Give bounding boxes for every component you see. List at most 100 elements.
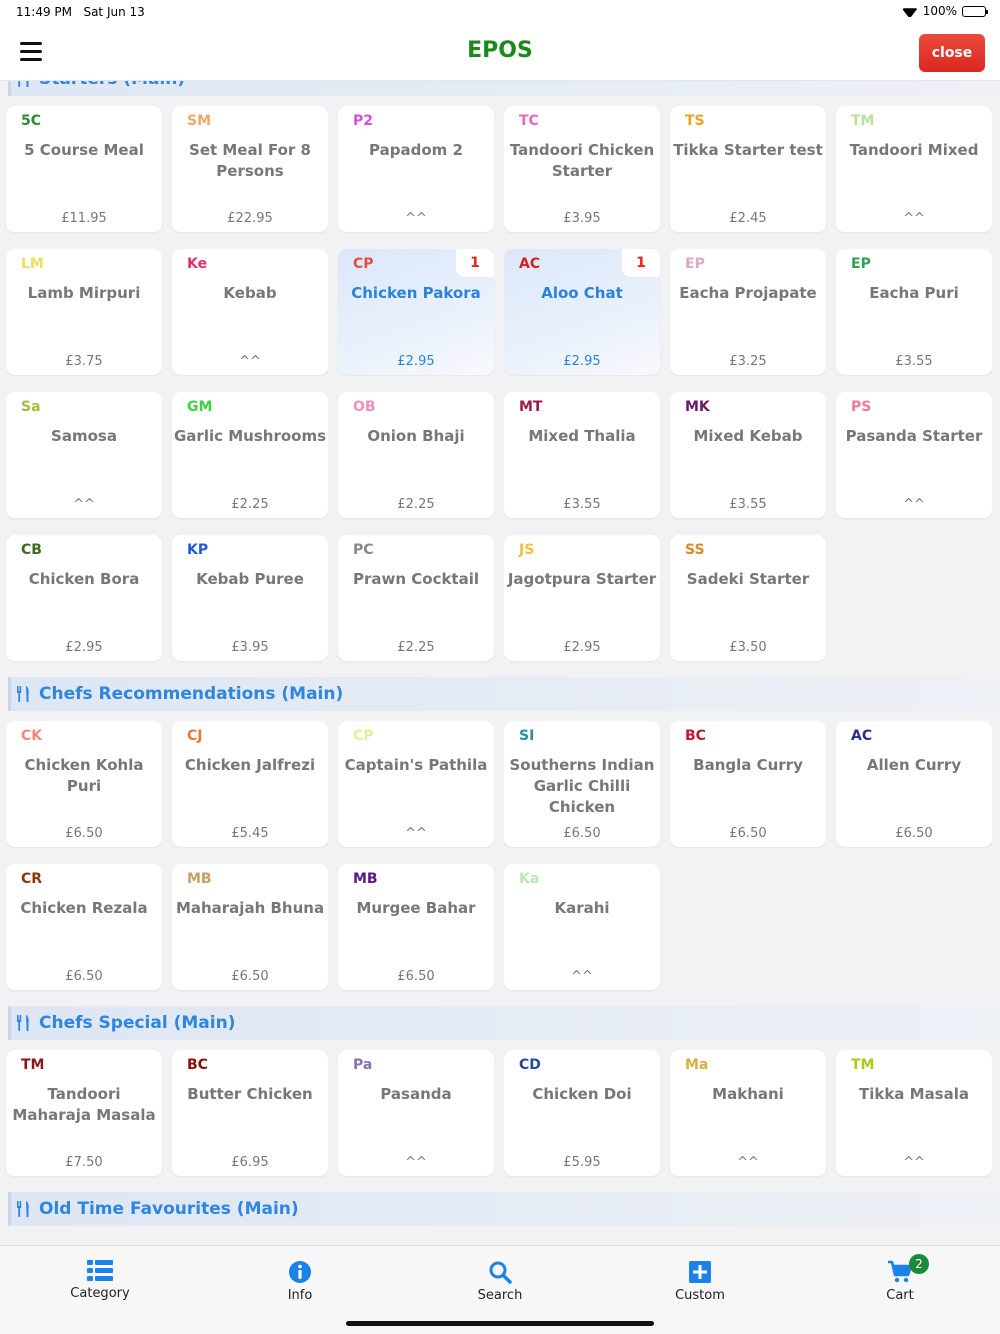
tab-custom[interactable]: Custom (640, 1260, 760, 1303)
menu-item-card[interactable]: Ma Makhani ^^ (670, 1050, 826, 1176)
menu-item-card[interactable]: Ka Karahi ^^ (504, 864, 660, 990)
item-code: MK (685, 399, 710, 415)
item-name: Eacha Projapate (679, 284, 817, 302)
menu-item-card[interactable]: AC Aloo Chat £2.95 1 (504, 249, 660, 375)
item-code: JS (519, 542, 535, 558)
item-name: Tandoori Maharaja Masala (12, 1085, 156, 1124)
tab-category[interactable]: Category (40, 1260, 160, 1301)
item-name: Lamb Mirpuri (27, 284, 141, 302)
item-price: ^^ (239, 354, 261, 369)
item-code: LM (21, 256, 44, 272)
menu-item-card[interactable]: CD Chicken Doi £5.95 (504, 1050, 660, 1176)
menu-item-card[interactable]: CP Captain's Pathila ^^ (338, 721, 494, 847)
item-price: £2.45 (729, 211, 767, 226)
menu-item-card[interactable]: MB Murgee Bahar £6.50 (338, 864, 494, 990)
menu-item-card[interactable]: CJ Chicken Jalfrezi £5.45 (172, 721, 328, 847)
item-price: £2.95 (563, 354, 601, 369)
item-price: £6.95 (231, 1155, 269, 1170)
menu-item-card[interactable]: TM Tikka Masala ^^ (836, 1050, 992, 1176)
category-list-icon (87, 1260, 113, 1281)
fork-knife-icon (17, 1201, 29, 1217)
menu-item-card[interactable]: TS Tikka Starter test £2.45 (670, 106, 826, 232)
section-header[interactable]: Starters (Main) (8, 81, 1000, 96)
section-header[interactable]: Chefs Special (Main) (8, 1006, 1000, 1040)
menu-item-card[interactable]: Ke Kebab ^^ (172, 249, 328, 375)
tab-label: Info (287, 1288, 313, 1303)
nav-bar: EPOS close (0, 24, 1000, 81)
menu-item-card[interactable]: EP Eacha Puri £3.55 (836, 249, 992, 375)
item-name: Garlic Mushrooms (174, 427, 327, 445)
item-code: OB (353, 399, 376, 415)
menu-item-card[interactable]: PS Pasanda Starter ^^ (836, 392, 992, 518)
tab-search[interactable]: Search (440, 1260, 560, 1303)
menu-item-card[interactable]: P2 Papadom 2 ^^ (338, 106, 494, 232)
item-name: 5 Course Meal (24, 141, 144, 159)
menu-item-card[interactable]: BC Bangla Curry £6.50 (670, 721, 826, 847)
item-code: CJ (187, 728, 203, 744)
item-price: £3.75 (65, 354, 103, 369)
menu-item-card[interactable]: AC Allen Curry £6.50 (836, 721, 992, 847)
section-header[interactable]: Chefs Recommendations (Main) (8, 677, 1000, 711)
menu-item-card[interactable]: CB Chicken Bora £2.95 (6, 535, 162, 661)
menu-item-card[interactable]: MK Mixed Kebab £3.55 (670, 392, 826, 518)
item-code: Pa (353, 1057, 373, 1073)
tab-cart[interactable]: 2 Cart (840, 1254, 960, 1303)
fork-knife-icon (17, 1015, 29, 1031)
item-name: Sadeki Starter (686, 570, 810, 588)
item-name: Mixed Kebab (693, 427, 803, 445)
menu-item-card[interactable]: JS Jagotpura Starter £2.95 (504, 535, 660, 661)
tab-info[interactable]: Info (240, 1260, 360, 1303)
menu-item-card[interactable]: OB Onion Bhaji £2.25 (338, 392, 494, 518)
item-code: BC (685, 728, 706, 744)
item-name: Onion Bhaji (367, 427, 465, 445)
menu-item-card[interactable]: PC Prawn Cocktail £2.25 (338, 535, 494, 661)
section-header[interactable]: Old Time Favourites (Main) (8, 1192, 1000, 1226)
menu-item-card[interactable]: TC Tandoori Chicken Starter £3.95 (504, 106, 660, 232)
item-price: ^^ (405, 1155, 427, 1170)
plus-square-icon (689, 1261, 711, 1283)
item-code: BC (187, 1057, 208, 1073)
menu-item-card[interactable]: Sa Samosa ^^ (6, 392, 162, 518)
menu-item-card[interactable]: LM Lamb Mirpuri £3.75 (6, 249, 162, 375)
menu-item-card[interactable]: MB Maharajah Bhuna £6.50 (172, 864, 328, 990)
menu-item-card[interactable]: BC Butter Chicken £6.95 (172, 1050, 328, 1176)
item-name: Southerns Indian Garlic Chilli Chicken (509, 756, 655, 816)
item-price: ^^ (903, 497, 925, 512)
menu-item-card[interactable]: SS Sadeki Starter £3.50 (670, 535, 826, 661)
item-price: £2.25 (397, 640, 435, 655)
item-price: ^^ (903, 1155, 925, 1170)
info-icon (289, 1261, 311, 1283)
menu-item-card[interactable]: Pa Pasanda ^^ (338, 1050, 494, 1176)
item-price: £6.50 (231, 969, 269, 984)
item-price: ^^ (73, 497, 95, 512)
menu-item-card[interactable]: SM Set Meal For 8 Persons £22.95 (172, 106, 328, 232)
menu-item-card[interactable]: EP Eacha Projapate £3.25 (670, 249, 826, 375)
menu-item-card[interactable]: TM Tandoori Maharaja Masala £7.50 (6, 1050, 162, 1176)
item-price: £6.50 (397, 969, 435, 984)
menu-item-card[interactable]: 5C 5 Course Meal £11.95 (6, 106, 162, 232)
menu-item-card[interactable]: SI Southerns Indian Garlic Chilli Chicken… (504, 721, 660, 847)
item-name: Allen Curry (866, 756, 962, 774)
item-code: GM (187, 399, 213, 415)
tab-label: Custom (675, 1288, 725, 1303)
battery-percent: 100% (922, 4, 957, 18)
menu-item-card[interactable]: TM Tandoori Mixed ^^ (836, 106, 992, 232)
menu-item-card[interactable]: CK Chicken Kohla Puri £6.50 (6, 721, 162, 847)
item-code: TM (851, 1057, 875, 1073)
menu-item-card[interactable]: CP Chicken Pakora £2.95 1 (338, 249, 494, 375)
item-price: £3.55 (729, 497, 767, 512)
menu-item-card[interactable]: KP Kebab Puree £3.95 (172, 535, 328, 661)
menu-item-card[interactable]: MT Mixed Thalia £3.55 (504, 392, 660, 518)
menu-grid[interactable]: Starters (Main) 5C 5 Course Meal £11.95 SM Se… (0, 81, 1000, 1245)
menu-item-card[interactable]: CR Chicken Rezala £6.50 (6, 864, 162, 990)
item-price: ^^ (903, 211, 925, 226)
search-icon (489, 1261, 512, 1284)
item-code: AC (519, 256, 541, 272)
menu-item-card[interactable]: GM Garlic Mushrooms £2.25 (172, 392, 328, 518)
close-button[interactable]: close (919, 34, 985, 72)
item-name: Butter Chicken (187, 1085, 313, 1103)
section-title: Old Time Favourites (Main) (39, 1199, 299, 1219)
item-price: £2.95 (65, 640, 103, 655)
item-code: CP (353, 256, 374, 272)
item-code: Ke (187, 256, 208, 272)
